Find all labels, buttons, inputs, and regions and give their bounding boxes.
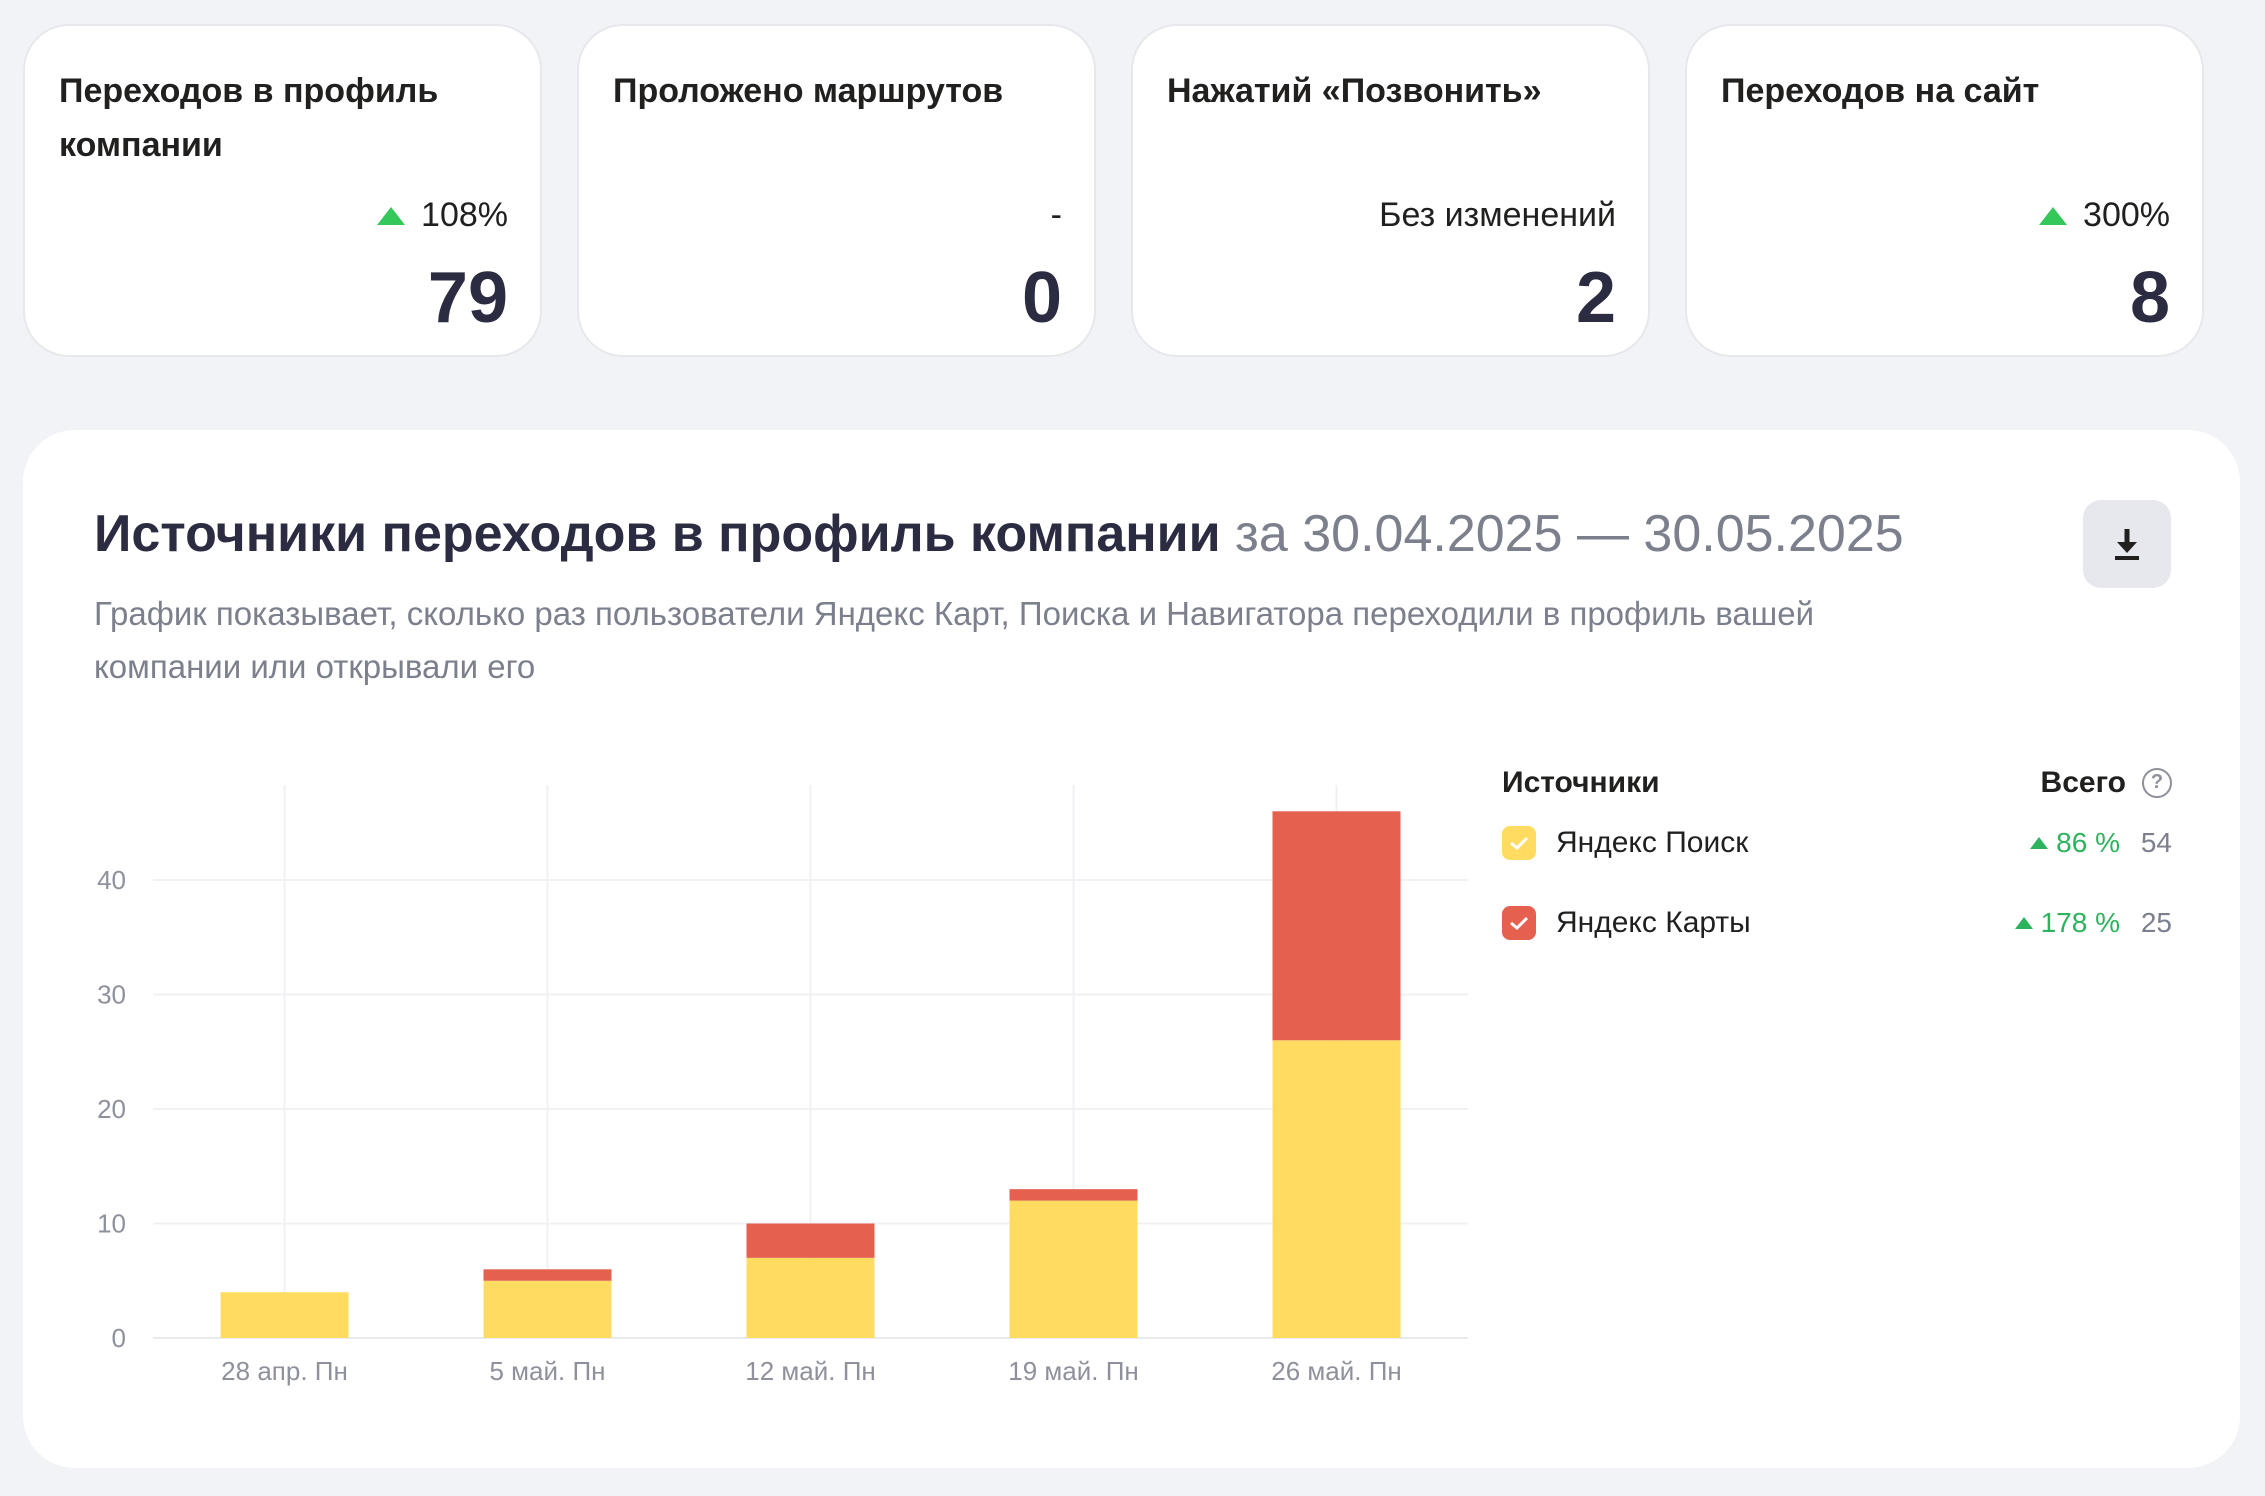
kpi-title: Переходов в профиль компании xyxy=(59,72,439,164)
bar-segment xyxy=(746,1257,875,1338)
legend-item-right: 178 % 25 xyxy=(2014,907,2172,939)
y-tick-label: 30 xyxy=(97,979,126,1009)
legend-total-header-wrap: Всего ? xyxy=(2041,766,2172,800)
kpi-title: Проложено маршрутов xyxy=(613,72,1004,110)
kpi-value: 8 xyxy=(2129,258,2170,338)
x-tick-label: 19 май. Пн xyxy=(1008,1356,1139,1386)
x-tick-label: 26 май. Пн xyxy=(1271,1356,1402,1386)
kpi-value: 79 xyxy=(427,258,508,338)
legend-item-label: Яндекс Карты xyxy=(1556,906,1751,939)
kpi-change: 108% xyxy=(377,196,508,235)
legend-item-label: Яндекс Поиск xyxy=(1556,826,1749,859)
trend-up-icon xyxy=(2014,917,2033,929)
stacked-bar-chart: 0 10 20 30 40 28 апр. Пн 5 май. Пн 12 май. Пн 19… xyxy=(97,785,1468,1386)
x-tick-label: 28 апр. Пн xyxy=(221,1356,348,1386)
bar-segment xyxy=(1272,1040,1401,1338)
trend-up-icon xyxy=(377,206,406,225)
kpi-card-site-visits[interactable]: Переходов на сайт 300% 8 xyxy=(1685,24,2204,357)
legend-item-search[interactable]: Яндекс Поиск 86 % 54 xyxy=(1502,803,2172,883)
legend-item-pct-wrap: 86 % xyxy=(2030,827,2120,859)
y-tick-label: 0 xyxy=(112,1323,126,1353)
kpi-card-profile-visits[interactable]: Переходов в профиль компании 108% 79 xyxy=(23,24,542,357)
kpi-row: Переходов в профиль компании 108% 79 Про… xyxy=(23,24,2204,357)
legend-item-pct: 178 % xyxy=(2040,907,2120,938)
legend-item-maps[interactable]: Яндекс Карты 178 % 25 xyxy=(1502,883,2172,963)
sources-legend: Источники Всего ? Яндекс Поиск 86 % 54 Я… xyxy=(1502,763,2172,963)
sources-panel: Источники переходов в профиль компании з… xyxy=(23,430,2240,1468)
bar-segment xyxy=(483,1269,612,1281)
kpi-change-value: 108% xyxy=(421,196,508,234)
checkbox-search[interactable] xyxy=(1502,826,1536,860)
legend-item-pct: 86 % xyxy=(2056,827,2120,858)
checkbox-maps[interactable] xyxy=(1502,906,1536,940)
legend-item-right: 86 % 54 xyxy=(2030,827,2172,859)
check-icon xyxy=(1510,836,1529,851)
download-button[interactable] xyxy=(2083,500,2171,588)
help-icon[interactable]: ? xyxy=(2142,768,2172,798)
x-tick-label: 5 май. Пн xyxy=(489,1356,605,1386)
kpi-value: 0 xyxy=(1021,258,1062,338)
bar-segment xyxy=(220,1292,349,1338)
kpi-card-calls[interactable]: Нажатий «Позвонить» Без изменений 2 xyxy=(1131,24,1650,357)
kpi-change: Без изменений xyxy=(1379,196,1616,235)
legend-item-total: 54 xyxy=(2140,827,2172,858)
kpi-change: - xyxy=(1051,196,1062,235)
x-tick-label: 12 май. Пн xyxy=(745,1356,876,1386)
kpi-title: Переходов на сайт xyxy=(1721,72,2040,110)
kpi-change: 300% xyxy=(2039,196,2170,235)
legend-sources-header: Источники xyxy=(1502,766,1660,799)
bar-segment xyxy=(746,1223,875,1258)
y-tick-label: 20 xyxy=(97,1094,126,1124)
bar-segment xyxy=(483,1280,612,1338)
y-tick-label: 40 xyxy=(97,865,126,895)
trend-up-icon xyxy=(2039,206,2068,225)
legend-header: Источники Всего ? xyxy=(1502,763,2172,803)
legend-item-pct-wrap: 178 % xyxy=(2014,907,2120,939)
bar-segment xyxy=(1009,1200,1138,1338)
kpi-change-value: Без изменений xyxy=(1379,196,1616,234)
legend-total-header: Всего xyxy=(2040,766,2126,799)
kpi-title: Нажатий «Позвонить» xyxy=(1167,72,1542,110)
legend-item-total: 25 xyxy=(2140,907,2172,938)
kpi-value: 2 xyxy=(1575,258,1616,338)
y-tick-label: 10 xyxy=(97,1208,126,1238)
check-icon xyxy=(1510,916,1529,931)
download-icon xyxy=(2115,529,2139,560)
bar-segment xyxy=(1009,1189,1138,1201)
bar-segment xyxy=(1272,811,1401,1041)
kpi-change-value: - xyxy=(1050,196,1062,234)
kpi-change-value: 300% xyxy=(2083,196,2170,234)
legend-item-left: Яндекс Карты xyxy=(1502,906,1751,940)
legend-item-left: Яндекс Поиск xyxy=(1502,826,1748,860)
kpi-card-routes[interactable]: Проложено маршрутов - 0 xyxy=(577,24,1096,357)
trend-up-icon xyxy=(2030,837,2049,849)
